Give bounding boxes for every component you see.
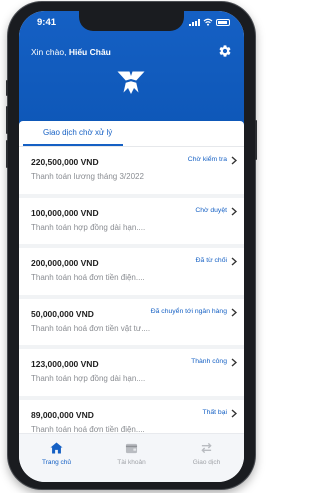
transaction-description: Thanh toán hợp đồng dài hạn....	[31, 374, 146, 383]
transaction-amount: 89,000,000 VND	[31, 409, 94, 420]
home-icon	[50, 442, 63, 454]
nav-label-transactions: Giao dịch	[192, 459, 221, 466]
status-icons	[189, 18, 230, 26]
transaction-amount: 200,000,000 VND	[31, 258, 99, 268]
transaction-row[interactable]: 100,000,000 VND Thanh toán hợp đồng dài …	[19, 197, 244, 248]
nav-item-account[interactable]: Tài khoản	[94, 442, 169, 466]
volume-down-button	[6, 140, 8, 168]
transaction-list: 220,500,000 VND Thanh toán lương tháng 3…	[19, 147, 244, 450]
bottom-nav: Trang chủ Tài khoản Giao dịch	[19, 433, 244, 482]
mute-switch	[6, 80, 8, 96]
transaction-amount: 220,500,000 VND	[31, 157, 99, 167]
chevron-right-icon	[231, 358, 237, 367]
transaction-status: Thành công	[191, 358, 227, 365]
volume-up-button	[6, 106, 8, 134]
transaction-description: Thanh toán hoá đơn tiền vật tư....	[31, 323, 151, 333]
transaction-description: Thanh toán lương tháng 3/2022	[31, 172, 144, 181]
tab-pending-transactions[interactable]: Giao dịch chờ xử lý	[43, 128, 112, 137]
signal-icon	[189, 18, 200, 26]
transaction-status: Thất bại	[202, 408, 227, 416]
nav-label-home: Trang chủ	[41, 459, 72, 466]
greeting: Xin chào, Hiếu Châu	[31, 47, 111, 57]
transaction-status: Đã chuyển tới ngân hàng	[150, 307, 227, 315]
chevron-right-icon	[231, 307, 237, 317]
chevron-right-icon	[231, 257, 237, 266]
power-button	[255, 120, 257, 160]
chevron-right-icon	[231, 156, 237, 165]
transaction-status: Chờ kiểm tra	[187, 156, 227, 163]
transaction-row[interactable]: 200,000,000 VND Thanh toán hoá đơn tiền …	[19, 248, 244, 299]
app-screen: 9:41 Xin chào, Hiếu Châu Giao dịch chờ x…	[19, 11, 244, 482]
transfer-icon	[201, 442, 212, 454]
transaction-status: Chờ duyệt	[195, 206, 227, 214]
transaction-amount: 50,000,000 VND	[31, 308, 94, 319]
status-time: 9:41	[37, 17, 57, 28]
transaction-row[interactable]: 220,500,000 VND Thanh toán lương tháng 3…	[19, 147, 244, 198]
transaction-amount: 123,000,000 VND	[31, 359, 99, 369]
nav-item-home[interactable]: Trang chủ	[19, 442, 94, 466]
user-name: Hiếu Châu	[68, 47, 111, 57]
transaction-row[interactable]: 50,000,000 VND Thanh toán hoá đơn tiền v…	[19, 298, 244, 349]
chevron-right-icon	[231, 206, 237, 216]
battery-icon	[216, 18, 230, 26]
greeting-prefix: Xin chào,	[31, 47, 67, 57]
notch	[79, 11, 184, 31]
wallet-icon	[125, 443, 138, 454]
chevron-right-icon	[231, 408, 237, 418]
transaction-description: Thanh toán hợp đồng dài hạn....	[31, 222, 146, 232]
brand-logo-icon	[117, 71, 145, 94]
nav-item-transactions[interactable]: Giao dịch	[169, 442, 244, 466]
transaction-amount: 100,000,000 VND	[31, 207, 99, 218]
wifi-icon	[203, 18, 213, 26]
transaction-description: Thanh toán hoá đơn tiền điện....	[31, 273, 145, 282]
nav-label-account: Tài khoản	[117, 459, 146, 466]
transaction-row[interactable]: 123,000,000 VND Thanh toán hợp đồng dài …	[19, 349, 244, 400]
gear-icon[interactable]	[218, 44, 232, 58]
transaction-status: Đã từ chối	[195, 257, 227, 264]
